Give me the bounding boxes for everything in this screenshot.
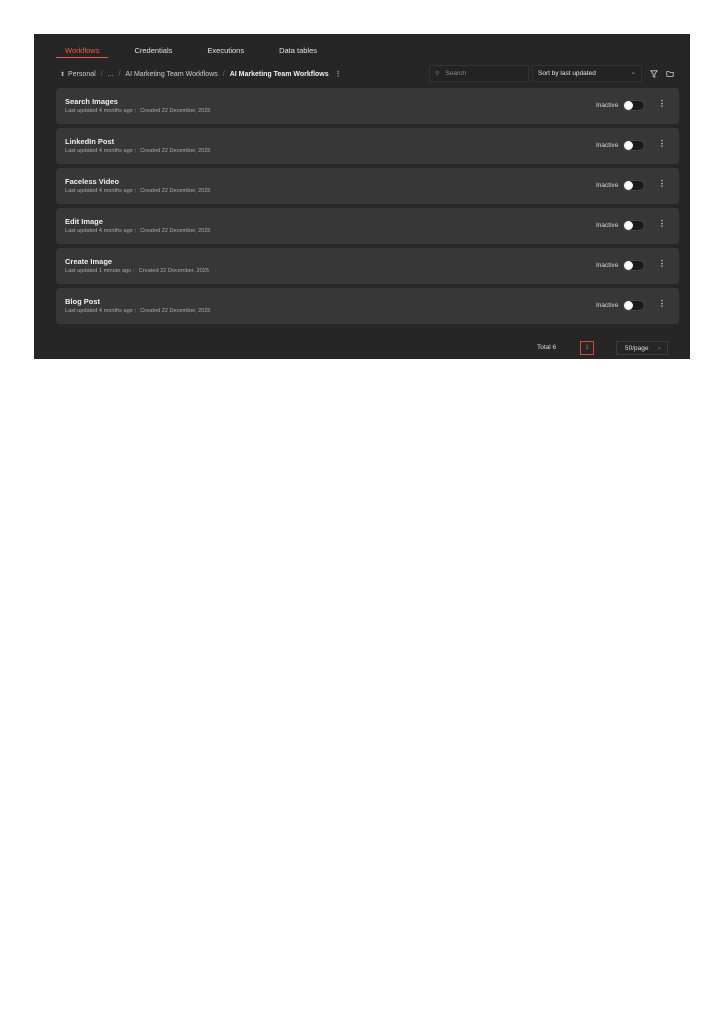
tab-data-tables[interactable]: Data tables xyxy=(270,43,326,58)
workflow-status: Inactive xyxy=(596,302,619,309)
workflow-name[interactable]: Create Image xyxy=(65,257,112,266)
active-toggle[interactable] xyxy=(623,100,645,111)
workflow-meta: Last updated 4 months ago | Created 22 Dec… xyxy=(65,108,211,114)
breadcrumb-separator: / xyxy=(222,70,225,78)
row-menu-icon[interactable]: ⋮ xyxy=(658,139,666,148)
filter-button[interactable] xyxy=(646,65,662,82)
page-button-current[interactable]: 1 xyxy=(580,341,594,355)
workflow-status: Inactive xyxy=(596,222,619,229)
workflow-status: Inactive xyxy=(596,182,619,189)
row-menu-icon[interactable]: ⋮ xyxy=(658,299,666,308)
workflow-created: Created 22 December, 2025 xyxy=(140,108,211,114)
breadcrumb-separator: / xyxy=(100,70,103,78)
pagination: Total 6 1 50/page ⌄ xyxy=(34,341,690,355)
breadcrumb-current-folder: AI Marketing Team Workflows xyxy=(229,70,329,78)
chevron-down-icon: ⌄ xyxy=(630,69,636,76)
toggle-knob xyxy=(624,101,633,110)
workflow-updated: Last updated 1 minute ago xyxy=(65,268,132,274)
row-menu-icon[interactable]: ⋮ xyxy=(658,99,666,108)
tab-executions[interactable]: Executions xyxy=(198,43,253,58)
search-placeholder: Search xyxy=(445,70,467,77)
workflow-row[interactable]: Edit Image Last updated 4 months ago | Cre… xyxy=(56,208,679,244)
row-menu-icon[interactable]: ⋮ xyxy=(658,179,666,188)
meta-divider: | xyxy=(133,268,135,274)
workflow-status: Inactive xyxy=(596,102,619,109)
workflow-name[interactable]: Search Images xyxy=(65,97,118,106)
row-menu-icon[interactable]: ⋮ xyxy=(658,259,666,268)
toggle-knob xyxy=(624,141,633,150)
workflow-row[interactable]: LinkedIn Post Last updated 4 months ago |… xyxy=(56,128,679,164)
breadcrumb-parent-folder[interactable]: AI Marketing Team Workflows xyxy=(125,71,217,78)
workflow-list: Search Images Last updated 4 months ago |… xyxy=(56,88,679,328)
page-size-select[interactable]: 50/page ⌄ xyxy=(616,341,668,355)
workflow-row[interactable]: Faceless Video Last updated 4 months ago… xyxy=(56,168,679,204)
chevron-down-icon: ⌄ xyxy=(656,345,662,351)
workflow-created: Created 22 December, 2025 xyxy=(140,188,211,194)
search-icon: ⚲ xyxy=(435,71,440,77)
workflow-created: Created 22 December, 2025 xyxy=(138,268,209,274)
workflow-row[interactable]: Create Image Last updated 1 minute ago | C… xyxy=(56,248,679,284)
workflow-status: Inactive xyxy=(596,142,619,149)
total-count: Total 6 xyxy=(537,344,557,351)
sort-value: Sort by last updated xyxy=(538,70,596,77)
workflow-meta: Last updated 4 months ago | Created 22 Dec… xyxy=(65,148,211,154)
workflow-row[interactable]: Blog Post Last updated 4 months ago | Crea… xyxy=(56,288,679,324)
active-toggle[interactable] xyxy=(623,300,645,311)
meta-divider: | xyxy=(134,148,137,154)
active-toggle[interactable] xyxy=(623,180,645,191)
workflow-created: Created 22 December, 2025 xyxy=(140,308,211,314)
meta-divider: | xyxy=(134,108,137,114)
workflow-name[interactable]: Edit Image xyxy=(65,217,103,226)
workflow-row[interactable]: Search Images Last updated 4 months ago |… xyxy=(56,88,679,124)
workflow-status: Inactive xyxy=(596,262,619,269)
workflow-updated: Last updated 4 months ago xyxy=(65,228,133,234)
row-menu-icon[interactable]: ⋮ xyxy=(658,219,666,228)
user-icon: ⬆ xyxy=(60,71,66,78)
new-folder-button[interactable] xyxy=(662,65,678,82)
workflow-updated: Last updated 4 months ago xyxy=(65,148,133,154)
top-tabs: Workflows Credentials Executions Data ta… xyxy=(56,43,343,61)
breadcrumb-ellipsis[interactable]: ... xyxy=(108,71,114,78)
active-toggle[interactable] xyxy=(623,140,645,151)
kebab-vertical-icon[interactable]: ⋮ xyxy=(335,70,342,78)
active-toggle[interactable] xyxy=(623,260,645,271)
meta-divider: | xyxy=(134,188,137,194)
workflow-meta: Last updated 4 months ago | Created 22 Dec… xyxy=(65,228,211,234)
workflow-updated: Last updated 4 months ago xyxy=(65,188,133,194)
meta-divider: | xyxy=(134,308,137,314)
tab-credentials[interactable]: Credentials xyxy=(125,43,181,58)
workflow-created: Created 22 December, 2025 xyxy=(140,228,211,234)
search-input[interactable]: ⚲ Search xyxy=(429,65,529,82)
workflow-updated: Last updated 4 months ago xyxy=(65,108,133,114)
filter-icon xyxy=(650,69,658,78)
folder-icon xyxy=(666,70,674,77)
workflow-name[interactable]: LinkedIn Post xyxy=(65,137,114,146)
toggle-knob xyxy=(624,301,633,310)
workflow-updated: Last updated 4 months ago xyxy=(65,308,133,314)
page-size-value: 50/page xyxy=(625,344,649,352)
workflows-app: Workflows Credentials Executions Data ta… xyxy=(34,34,690,359)
active-toggle[interactable] xyxy=(623,220,645,231)
toggle-knob xyxy=(624,181,633,190)
toggle-knob xyxy=(624,221,633,230)
breadcrumb-personal[interactable]: Personal xyxy=(68,71,96,78)
workflow-meta: Last updated 1 minute ago | Created 22 Dec… xyxy=(65,268,209,274)
workflow-meta: Last updated 4 months ago | Created 22 Dec… xyxy=(65,188,211,194)
workflow-name[interactable]: Faceless Video xyxy=(65,177,119,186)
tab-workflows[interactable]: Workflows xyxy=(56,43,109,58)
workflow-meta: Last updated 4 months ago | Created 22 Dec… xyxy=(65,308,211,314)
breadcrumb: ⬆ Personal / ... / AI Marketing Team Wor… xyxy=(60,70,342,79)
workflow-created: Created 22 December, 2025 xyxy=(140,148,211,154)
sort-select[interactable]: Sort by last updated ⌄ xyxy=(532,65,642,82)
workflow-name[interactable]: Blog Post xyxy=(65,297,100,306)
toggle-knob xyxy=(624,261,633,270)
meta-divider: | xyxy=(134,228,137,234)
breadcrumb-separator: / xyxy=(118,70,121,78)
